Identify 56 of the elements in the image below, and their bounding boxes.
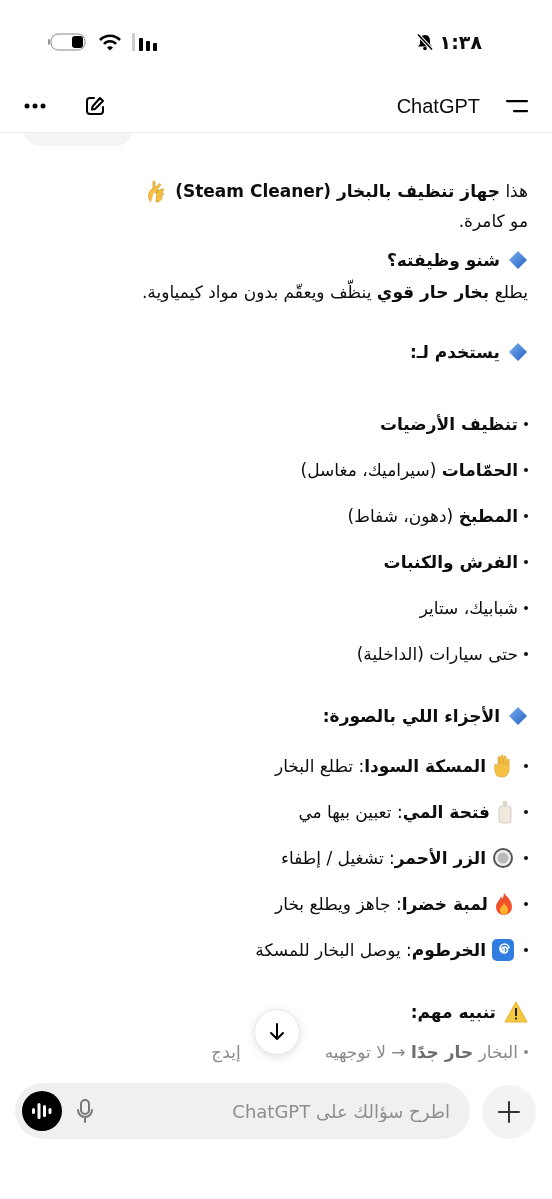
edit-icon: [84, 95, 106, 117]
message-text: هذا جهاز تنظيف بالبخار (Steam Cleaner): [175, 180, 528, 203]
bell-slash-icon: [415, 33, 434, 51]
more-icon: [24, 103, 46, 109]
bullet-dot: [524, 606, 528, 610]
bullet-dot: [524, 422, 528, 426]
microphone-icon: [76, 1099, 94, 1123]
plus-icon: [498, 1101, 520, 1123]
round-button-icon: [492, 847, 514, 869]
message-input[interactable]: اطرح سؤالك على ChatGPT: [108, 1100, 462, 1122]
list-item-text: حتى سيارات (الداخلية): [356, 644, 518, 664]
app-title: ChatGPT: [396, 94, 480, 118]
list-item-text: لمبة خضرا: جاهز ويطلع بخار: [275, 894, 488, 914]
section-heading: شنو وظيفته؟: [386, 250, 500, 270]
list-item-text: تنظيف الأرضيات: [379, 414, 518, 434]
paragraph-text: يطلع بخار حار قوي ينظّف ويعقّم بدون مواد كيمياوية.: [24, 277, 528, 307]
menu-icon: [506, 99, 528, 113]
bullet-dot: [524, 902, 528, 906]
warning-icon: [504, 1001, 528, 1023]
bottle-icon: [496, 800, 514, 824]
list-item-text: المطبخ (دهون، شفاط): [347, 506, 518, 526]
signal-icon: [132, 33, 160, 51]
flame-icon: [494, 892, 514, 916]
list-item-text: الخرطوم: يوصل البخار للمسكة: [255, 940, 486, 960]
list-item-text: فتحة المي: تعبين بيها مي: [298, 802, 490, 822]
bullet-dot: [524, 514, 528, 518]
list-item-text: إيدج: [211, 1042, 241, 1062]
diamond-icon: [508, 250, 528, 270]
section-heading: تنبيه مهم:: [410, 1002, 496, 1022]
battery-icon: [48, 33, 88, 51]
sound-wave-icon: [31, 1101, 53, 1121]
bullet-dot: [524, 764, 528, 768]
list-item-text: الزر الأحمر: تشغيل / إطفاء: [281, 848, 486, 868]
list-item-text: الحمّامات (سيراميك، مغاسل): [300, 460, 518, 480]
diamond-icon: [508, 342, 528, 362]
message-text: مو كامرة.: [458, 210, 528, 233]
bullet-dot: [524, 1050, 528, 1054]
section-heading: الأجزاء اللي بالصورة:: [322, 706, 500, 726]
bullet-dot: [524, 560, 528, 564]
bullet-dot: [524, 468, 528, 472]
bullet-dot: [524, 652, 528, 656]
voice-mode-button[interactable]: [22, 1091, 62, 1131]
bullet-dot: [524, 810, 528, 814]
list-item-text: المسكة السودا: تطلع البخار: [274, 756, 486, 776]
status-time: ١:٣٨: [439, 31, 482, 53]
arrow-down-icon: [269, 1023, 285, 1041]
list-item-text: البخار حار جدًا → لا توجهيه: [324, 1042, 518, 1062]
scroll-down-button[interactable]: [254, 1009, 300, 1055]
list-item-text: الفرش والكنبات: [383, 552, 518, 572]
bullet-dot: [524, 948, 528, 952]
diamond-icon: [508, 706, 528, 726]
section-heading: يستخدم لـ:: [409, 342, 500, 362]
message-field[interactable]: اطرح سؤالك على ChatGPT: [15, 1083, 470, 1139]
list-item-text: شبابيك، ستاير: [419, 598, 518, 618]
bullet-dot: [524, 856, 528, 860]
wifi-icon: [98, 33, 122, 51]
